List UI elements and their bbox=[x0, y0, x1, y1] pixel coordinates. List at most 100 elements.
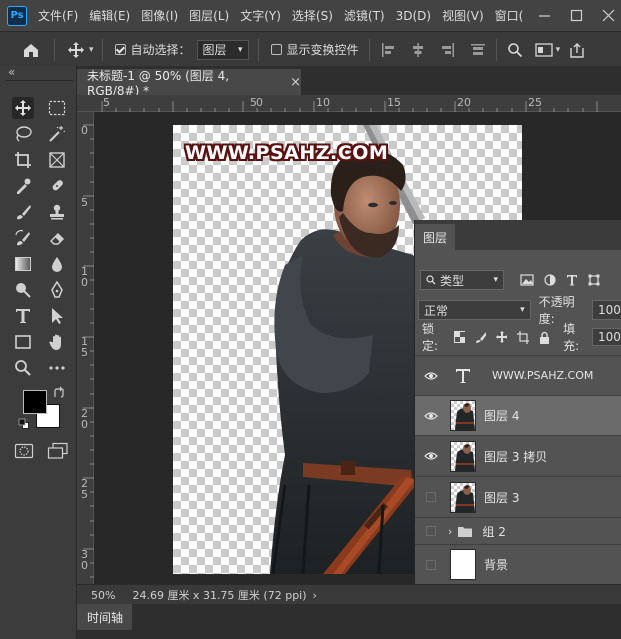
lock-row: 锁定: 填充: 100 bbox=[415, 322, 621, 353]
zoom-level[interactable]: 50% bbox=[91, 589, 115, 602]
menu-image[interactable]: 图像(I) bbox=[141, 7, 178, 24]
type-tool[interactable] bbox=[12, 305, 34, 327]
menu-view[interactable]: 视图(V) bbox=[442, 7, 484, 24]
layer-row-background[interactable]: 背景 bbox=[415, 544, 621, 584]
layer-filter-dropdown[interactable]: 类型 ▾ bbox=[420, 270, 504, 290]
home-icon[interactable] bbox=[22, 42, 40, 58]
menu-layer[interactable]: 图层(L) bbox=[189, 7, 229, 24]
zoom-icon bbox=[15, 360, 31, 376]
timeline-tab[interactable]: 时间轴 bbox=[77, 604, 132, 630]
eraser-tool[interactable] bbox=[46, 227, 68, 249]
vertical-ruler[interactable]: 0 5 1 0 1 5 2 0 2 5 3 0 bbox=[77, 112, 94, 584]
zoom-tool[interactable] bbox=[12, 357, 34, 379]
search-icon[interactable] bbox=[507, 42, 523, 58]
document-tab[interactable]: 未标题-1 @ 50% (图层 4, RGB/8#) * × bbox=[77, 69, 301, 98]
layer-row[interactable]: 图层 3 bbox=[415, 476, 621, 517]
rectangle-tool[interactable] bbox=[12, 331, 34, 353]
align-right-icon[interactable] bbox=[440, 42, 456, 58]
marquee-tool[interactable] bbox=[46, 97, 68, 119]
dodge-tool[interactable] bbox=[12, 279, 34, 301]
lock-position-icon[interactable] bbox=[495, 331, 508, 343]
healing-brush-tool[interactable] bbox=[46, 175, 68, 197]
path-selection-tool[interactable] bbox=[46, 305, 68, 327]
workspace-icon[interactable] bbox=[534, 42, 553, 57]
menu-edit[interactable]: 编辑(E) bbox=[89, 7, 130, 24]
blend-mode-dropdown[interactable]: 正常 ▾ bbox=[418, 300, 531, 320]
visibility-toggle[interactable] bbox=[415, 411, 447, 421]
auto-select-checkbox[interactable] bbox=[114, 44, 126, 55]
layer-row-text[interactable]: WWW.PSAHZ.COM bbox=[415, 355, 621, 395]
image-filter-icon[interactable] bbox=[520, 274, 534, 286]
move-tool[interactable] bbox=[12, 97, 34, 119]
screen-mode-icon[interactable] bbox=[47, 442, 69, 460]
lock-all-icon[interactable] bbox=[539, 331, 550, 344]
expand-group-chevron-icon[interactable]: › bbox=[448, 525, 452, 538]
layer-group-row[interactable]: › 组 2 bbox=[415, 517, 621, 544]
tools-panel: « bbox=[0, 65, 77, 639]
shape-filter-icon[interactable] bbox=[588, 274, 600, 286]
align-center-icon[interactable] bbox=[410, 42, 426, 58]
lock-image-pixels-icon[interactable] bbox=[475, 331, 486, 343]
visibility-toggle[interactable] bbox=[415, 451, 447, 461]
visibility-toggle[interactable] bbox=[415, 371, 447, 381]
gradient-tool[interactable] bbox=[12, 253, 34, 275]
lock-transparent-pixels-icon[interactable] bbox=[453, 331, 465, 343]
menu-window[interactable]: 窗口( bbox=[495, 7, 524, 24]
default-colors-icon[interactable] bbox=[18, 418, 30, 430]
minimize-icon[interactable] bbox=[538, 9, 551, 22]
lock-artboard-icon[interactable] bbox=[517, 330, 530, 344]
adjustment-filter-icon[interactable] bbox=[544, 274, 556, 286]
workspace-chevron-icon[interactable]: ▾ bbox=[556, 45, 561, 55]
show-transform-label: 显示变换控件 bbox=[286, 43, 359, 57]
fill-label: 填充: bbox=[563, 322, 580, 353]
show-transform-checkbox[interactable] bbox=[270, 44, 282, 55]
blur-tool[interactable] bbox=[46, 253, 68, 275]
opacity-field[interactable]: 100 bbox=[592, 300, 621, 320]
status-menu-icon[interactable]: › bbox=[313, 589, 317, 602]
folder-icon bbox=[458, 526, 473, 537]
auto-select-target-dropdown[interactable]: 图层 ▾ bbox=[196, 39, 249, 60]
menu-type[interactable]: 文字(Y) bbox=[240, 7, 281, 24]
history-brush-tool[interactable] bbox=[12, 227, 34, 249]
collapse-panel-icon[interactable]: « bbox=[8, 65, 15, 79]
layer-row-selected[interactable]: 图层 4 bbox=[415, 395, 621, 435]
document-tab-bar: 未标题-1 @ 50% (图层 4, RGB/8#) * × bbox=[77, 66, 621, 98]
fill-field[interactable]: 100 bbox=[592, 328, 621, 346]
menu-filter[interactable]: 滤镜(T) bbox=[344, 7, 385, 24]
eyedropper-tool[interactable] bbox=[12, 175, 34, 197]
menu-3d[interactable]: 3D(D) bbox=[396, 9, 431, 23]
menu-bar: Ps 文件(F) 编辑(E) 图像(I) 图层(L) 文字(Y) 选择(S) 滤… bbox=[0, 0, 621, 31]
brush-tool[interactable] bbox=[12, 201, 34, 223]
magic-wand-tool[interactable] bbox=[46, 123, 68, 145]
close-tab-icon[interactable]: × bbox=[290, 75, 301, 90]
pen-icon bbox=[51, 281, 63, 298]
maximize-icon[interactable] bbox=[570, 9, 583, 22]
lasso-tool[interactable] bbox=[12, 123, 34, 145]
layers-tab[interactable]: 图层 bbox=[415, 224, 455, 250]
menu-file[interactable]: 文件(F) bbox=[38, 7, 78, 24]
horizontal-ruler[interactable]: 5 0 5 10 15 20 25 bbox=[77, 95, 621, 112]
clone-stamp-tool[interactable] bbox=[46, 201, 68, 223]
visibility-toggle[interactable] bbox=[415, 559, 447, 570]
tool-preset-chevron-icon[interactable]: ▾ bbox=[89, 45, 94, 55]
foreground-color-swatch[interactable] bbox=[23, 390, 47, 414]
crop-tool[interactable] bbox=[12, 149, 34, 171]
swap-colors-icon[interactable] bbox=[52, 386, 66, 400]
type-filter-icon[interactable] bbox=[566, 274, 578, 286]
quick-mask-icon[interactable] bbox=[14, 443, 34, 459]
close-window-icon[interactable] bbox=[602, 9, 615, 22]
visibility-toggle[interactable] bbox=[415, 526, 447, 536]
more-tools[interactable] bbox=[46, 357, 68, 379]
align-top-icon[interactable] bbox=[470, 42, 486, 58]
align-left-icon[interactable] bbox=[380, 42, 396, 58]
layer-row[interactable]: 图层 3 拷贝 bbox=[415, 435, 621, 476]
pen-tool[interactable] bbox=[46, 279, 68, 301]
layer-thumbnail bbox=[450, 440, 476, 472]
share-icon[interactable] bbox=[569, 42, 585, 58]
visibility-toggle[interactable] bbox=[415, 492, 447, 502]
menu-select[interactable]: 选择(S) bbox=[292, 7, 333, 24]
ellipsis-icon bbox=[49, 366, 65, 370]
hand-tool[interactable] bbox=[46, 331, 68, 353]
frame-tool[interactable] bbox=[46, 149, 68, 171]
move-tool-icon[interactable] bbox=[67, 41, 85, 59]
